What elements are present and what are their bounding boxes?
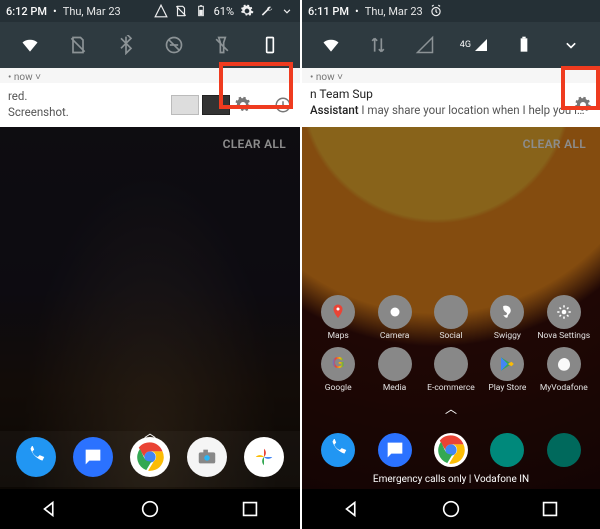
app-ecommerce-folder[interactable]	[434, 347, 468, 381]
network-type: 4G	[460, 40, 471, 50]
app-media-folder[interactable]	[378, 347, 412, 381]
phone-left: 6:12 PM • Thu, Mar 23 61% • now ˅ red. S	[0, 0, 300, 529]
no-sim-icon	[174, 4, 188, 18]
sim2-signal-tile[interactable]: 4G	[460, 33, 489, 57]
notification-settings-button[interactable]	[572, 94, 594, 116]
gear-icon[interactable]	[240, 4, 254, 18]
status-bar: 6:12 PM • Thu, Mar 23 61%	[0, 0, 300, 22]
quick-settings: 4G	[302, 22, 600, 68]
status-bar: 6:11 PM • Thu, Mar 23	[302, 0, 600, 22]
wifi-tile[interactable]	[18, 33, 42, 57]
notification-title: n Team Sup	[310, 87, 592, 101]
notification-meta: • now ˅	[0, 68, 300, 83]
dock-phone[interactable]	[321, 433, 355, 467]
quick-settings	[0, 22, 300, 68]
nav-back[interactable]	[39, 498, 61, 520]
app-drawer-handle[interactable]: ︿	[445, 400, 457, 417]
battery-tile[interactable]	[512, 33, 536, 57]
emergency-text: Emergency calls only | Vodafone IN	[302, 474, 600, 485]
battery-icon	[194, 4, 208, 18]
status-time: 6:11 PM	[308, 5, 349, 18]
dock-phone[interactable]	[16, 437, 56, 477]
app-google[interactable]: G	[321, 347, 355, 381]
nav-back[interactable]	[341, 498, 363, 520]
status-time: 6:12 PM	[6, 5, 47, 18]
wallpaper: CLEAR ALL Maps Camera Social Swiggy Nova…	[302, 127, 600, 529]
flashlight-tile[interactable]	[210, 33, 234, 57]
app-social-folder[interactable]	[434, 295, 468, 329]
notification-card[interactable]: n Team Sup Assistant I may share your lo…	[302, 83, 600, 127]
navigation-bar	[302, 489, 600, 529]
expand-icon[interactable]	[280, 4, 294, 18]
expand-tile[interactable]	[559, 33, 583, 57]
notification-area: • now ˅ n Team Sup Assistant I may share…	[302, 68, 600, 127]
sim1-signal-tile[interactable]	[413, 33, 437, 57]
phone-right: 6:11 PM • Thu, Mar 23 4G • now ˅ n Team …	[300, 0, 600, 529]
app-camera[interactable]	[378, 295, 412, 329]
app-grid: Maps Camera Social Swiggy Nova Settings …	[302, 295, 600, 399]
notification-meta: • now ˅	[302, 68, 600, 83]
battery-pct: 61%	[214, 5, 234, 18]
notification-thumbnails	[171, 95, 230, 115]
dnd-tile[interactable]	[162, 33, 186, 57]
wallpaper: CLEAR ALL ︿	[0, 127, 300, 529]
dock-messages[interactable]	[73, 437, 113, 477]
notification-settings-button[interactable]	[232, 94, 254, 116]
wrench-icon[interactable]	[260, 4, 274, 18]
notification-card[interactable]: red. Screenshot.	[0, 83, 300, 127]
dock-app5[interactable]	[547, 433, 581, 467]
wifi-tile[interactable]	[319, 33, 343, 57]
notification-body: Assistant I may share your location when…	[310, 103, 592, 117]
app-play-store[interactable]	[490, 347, 524, 381]
app-nova-settings[interactable]	[547, 295, 581, 329]
navigation-bar	[0, 489, 300, 529]
dock-chrome[interactable]	[130, 437, 170, 477]
dock-chrome[interactable]	[434, 433, 468, 467]
app-maps[interactable]	[321, 295, 355, 329]
status-date: Thu, Mar 23	[63, 5, 121, 18]
notification-area: • now ˅ red. Screenshot.	[0, 68, 300, 127]
bluetooth-tile[interactable]	[114, 33, 138, 57]
rotation-tile[interactable]	[258, 33, 282, 57]
signal-icon	[154, 4, 168, 18]
nav-recents[interactable]	[239, 498, 261, 520]
app-myvodafone[interactable]	[547, 347, 581, 381]
notification-snooze-button[interactable]	[272, 94, 294, 116]
status-date: Thu, Mar 23	[365, 5, 423, 18]
dock-app4[interactable]	[490, 433, 524, 467]
nav-recents[interactable]	[539, 498, 561, 520]
dock-photos[interactable]	[244, 437, 284, 477]
alarm-icon	[429, 4, 443, 18]
dock-camera[interactable]	[187, 437, 227, 477]
dock	[302, 427, 600, 471]
sim-tile[interactable]	[66, 33, 90, 57]
app-swiggy[interactable]	[490, 295, 524, 329]
data-tile[interactable]	[366, 33, 390, 57]
nav-home[interactable]	[440, 498, 462, 520]
nav-home[interactable]	[139, 498, 161, 520]
dock-messages[interactable]	[378, 433, 412, 467]
dock	[0, 431, 300, 487]
